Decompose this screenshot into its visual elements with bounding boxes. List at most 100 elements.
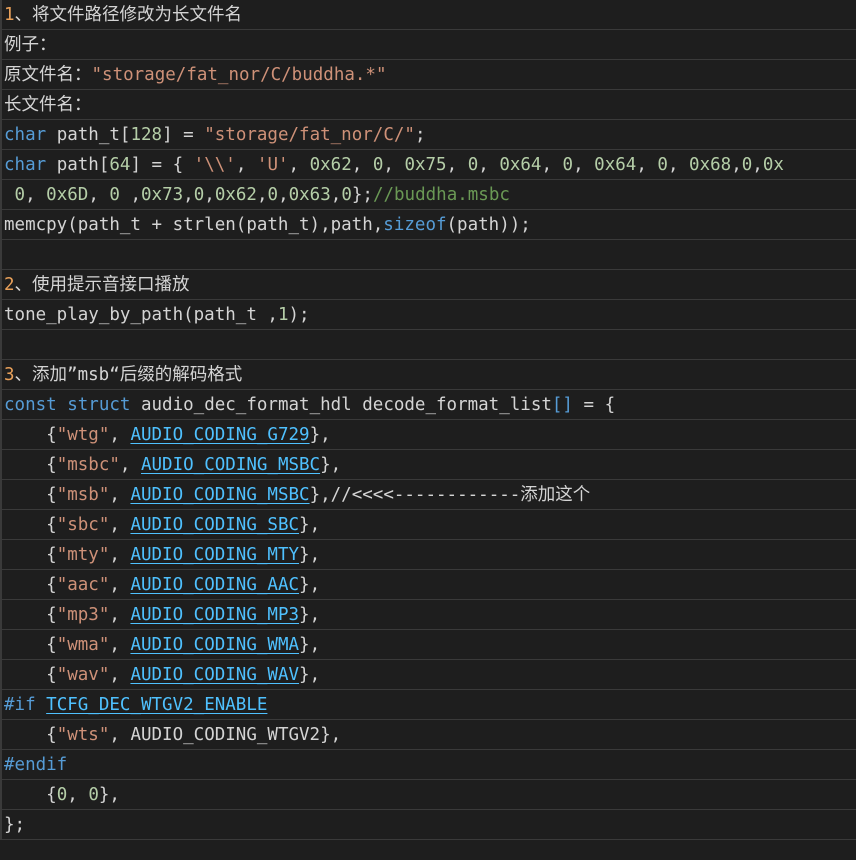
code-token: { (4, 605, 57, 625)
code-token: 0 (562, 155, 574, 175)
code-token: , (183, 185, 194, 205)
code-line[interactable]: 1、将文件路径修改为长文件名 (0, 0, 856, 30)
code-line[interactable]: 原文件名："storage/fat_nor/C/buddha.*" (0, 60, 856, 90)
code-line[interactable]: {"msbc", AUDIO_CODING_MSBC}, (0, 450, 856, 480)
code-line[interactable]: {"wtg", AUDIO_CODING_G729}, (0, 420, 856, 450)
code-token: AUDIO_CODING_G729 (130, 425, 310, 445)
code-token: "aac" (56, 575, 110, 595)
code-token: tone_play_by_path(path_t , (4, 305, 278, 325)
code-line[interactable]: const struct audio_dec_format_hdl decode… (0, 390, 856, 420)
code-line[interactable]: #endif (0, 750, 856, 780)
code-token: , (330, 185, 342, 205)
code-token: , (446, 155, 468, 175)
code-token: path_t[ (46, 125, 131, 145)
code-token: }, (309, 425, 331, 445)
code-token: , (573, 155, 595, 175)
line-gutter-marker (0, 660, 2, 689)
code-token: = { (572, 395, 616, 415)
code-line[interactable]: {"aac", AUDIO_CODING_AAC}, (0, 570, 856, 600)
code-token: 0x75 (404, 155, 447, 175)
code-token: 例子： (4, 35, 57, 55)
code-token: , (109, 425, 131, 445)
code-line[interactable] (0, 330, 856, 360)
code-line[interactable]: 0, 0x6D, 0 ,0x73,0,0x62,0,0x63,0};//budd… (0, 180, 856, 210)
code-line[interactable]: tone_play_by_path(path_t ,1); (0, 300, 856, 330)
code-token: , (25, 185, 47, 205)
code-token: struct (67, 395, 131, 415)
code-token: AUDIO_CODING_AAC (130, 575, 300, 595)
code-token: char (4, 125, 47, 145)
code-token: , (752, 155, 763, 175)
code-editor[interactable]: 1、将文件路径修改为长文件名例子： 原文件名："storage/fat_nor/C… (0, 0, 856, 860)
line-gutter-marker (0, 90, 2, 119)
code-token: #if (4, 695, 36, 715)
code-token: "storage/fat_nor/C/buddha.*" (91, 65, 387, 85)
code-token: 、使用提示音接口播放 (14, 275, 190, 295)
code-token: 1 (4, 5, 15, 25)
code-line[interactable]: {"sbc", AUDIO_CODING_SBC}, (0, 510, 856, 540)
code-token: (path)); (446, 215, 531, 235)
code-line[interactable] (0, 240, 856, 270)
code-token: "mp3" (56, 605, 110, 625)
code-token: }, (299, 635, 321, 655)
line-gutter-marker (0, 510, 2, 539)
code-token: "wts" (56, 725, 110, 745)
code-line[interactable]: 长文件名： (0, 90, 856, 120)
code-line[interactable]: {"wma", AUDIO_CODING_WMA}, (0, 630, 856, 660)
line-gutter-marker (0, 120, 2, 149)
code-token: 0 (372, 155, 384, 175)
line-gutter-marker (0, 630, 2, 659)
code-token: ); (288, 305, 310, 325)
code-token: , (109, 665, 131, 685)
code-token: { (4, 665, 57, 685)
line-gutter-marker (0, 450, 2, 479)
code-token: , (731, 155, 742, 175)
code-token: 、添加 (14, 365, 68, 385)
code-token: ] = { (130, 155, 194, 175)
code-token: AUDIO_CODING_WAV (130, 665, 300, 685)
code-token: 后缀的解码格式 (119, 365, 243, 385)
code-token: , (383, 155, 405, 175)
line-gutter-marker (0, 600, 2, 629)
code-line[interactable]: 例子： (0, 30, 856, 60)
line-gutter-marker (0, 690, 2, 719)
code-token: AUDIO_CODING_MTY (130, 545, 300, 565)
code-line[interactable]: memcpy(path_t + strlen(path_t),path,size… (0, 210, 856, 240)
code-token: 0 (4, 185, 26, 205)
line-gutter-marker (0, 780, 2, 809)
code-line[interactable]: {"mp3", AUDIO_CODING_MP3}, (0, 600, 856, 630)
code-line[interactable]: }; (0, 810, 856, 840)
line-gutter-marker (0, 270, 2, 299)
code-token: 0x63 (288, 185, 331, 205)
code-token: AUDIO_CODING_MP3 (130, 605, 300, 625)
code-token: 2 (4, 275, 15, 295)
code-token: TCFG_DEC_WTGV2_ENABLE (46, 695, 268, 715)
line-gutter-marker (0, 390, 2, 419)
code-token: memcpy(path_t + strlen(path_t),path, (4, 215, 384, 235)
code-token: , (541, 155, 563, 175)
code-token: },//<<<<------------ (309, 485, 521, 505)
code-token: 0 (193, 185, 205, 205)
code-line[interactable]: {"wts", AUDIO_CODING_WTGV2}, (0, 720, 856, 750)
code-line[interactable]: 2、使用提示音接口播放 (0, 270, 856, 300)
code-line[interactable]: {0, 0}, (0, 780, 856, 810)
code-line[interactable]: 3、添加”msb“后缀的解码格式 (0, 360, 856, 390)
code-line[interactable]: char path[64] = { '\\', 'U', 0x62, 0, 0x… (0, 150, 856, 180)
code-token: , (235, 155, 257, 175)
code-token: "msb" (56, 485, 110, 505)
code-line[interactable]: char path_t[128] = "storage/fat_nor/C/"; (0, 120, 856, 150)
line-gutter-marker (0, 330, 2, 359)
code-token: }; (4, 815, 26, 835)
empty-line (4, 335, 15, 355)
code-line[interactable]: {"msb", AUDIO_CODING_MSBC},//<<<<-------… (0, 480, 856, 510)
code-token: ”msb“ (67, 365, 120, 385)
code-token: , (109, 545, 131, 565)
code-token: }, (299, 575, 321, 595)
code-line[interactable]: #if TCFG_DEC_WTGV2_ENABLE (0, 690, 856, 720)
line-gutter-marker (0, 210, 2, 239)
code-token: 0x62 (309, 155, 352, 175)
code-line[interactable]: {"wav", AUDIO_CODING_WAV}, (0, 660, 856, 690)
code-token: 长文件名： (4, 95, 92, 115)
code-line[interactable]: {"mty", AUDIO_CODING_MTY}, (0, 540, 856, 570)
